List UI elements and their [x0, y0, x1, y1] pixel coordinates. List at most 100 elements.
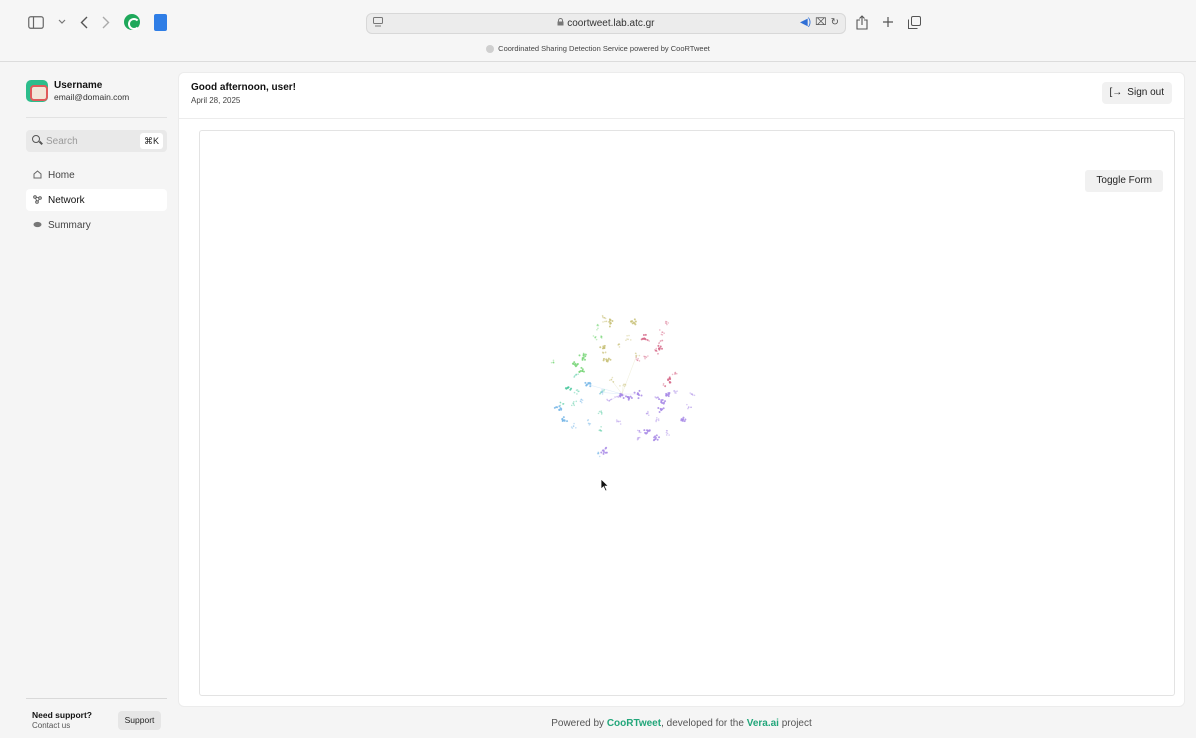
network-node [656, 417, 658, 419]
network-node [640, 338, 643, 341]
support-button[interactable]: Support [118, 711, 161, 730]
network-node [562, 419, 565, 422]
network-node [616, 395, 618, 398]
new-tab-icon[interactable] [882, 12, 894, 32]
network-node [597, 327, 599, 330]
network-node [619, 396, 622, 398]
network-node [657, 347, 660, 350]
network-node [634, 320, 637, 323]
network-node [574, 374, 577, 376]
sidebar-item-home[interactable]: Home [26, 164, 167, 186]
network-node [550, 361, 553, 364]
network-node [638, 431, 641, 434]
network-node [665, 392, 668, 395]
notes-extension-icon[interactable] [154, 12, 167, 32]
back-icon[interactable] [80, 12, 88, 32]
active-tab[interactable]: Coordinated Sharing Detection Service po… [0, 44, 1196, 60]
forward-icon[interactable] [102, 12, 110, 32]
sidebar-item-network[interactable]: Network [26, 189, 167, 211]
network-node [617, 420, 620, 423]
network-node [664, 400, 667, 403]
network-node [635, 354, 637, 357]
profile-text: Username email@domain.com [54, 80, 129, 102]
network-node [605, 320, 607, 323]
network-node [611, 320, 614, 323]
network-node [661, 331, 663, 333]
share-icon[interactable] [856, 12, 868, 32]
summary-icon [33, 220, 42, 230]
address-bar[interactable]: coortweet.lab.atc.gr ◀︎) ⌧ ↻ [366, 13, 846, 34]
reload-icon[interactable]: ↻ [831, 17, 839, 28]
network-node [608, 399, 611, 402]
profile-email: email@domain.com [54, 92, 130, 102]
network-node [635, 352, 637, 355]
sidebar-item-summary[interactable]: Summary [26, 214, 167, 236]
network-node [556, 406, 559, 409]
network-node [687, 407, 689, 410]
network-node [687, 406, 690, 408]
network-node [693, 394, 696, 397]
network-node [602, 321, 604, 323]
network-edge [621, 355, 637, 395]
tab-favicon-icon [486, 45, 495, 54]
home-icon [33, 169, 42, 181]
network-node [656, 350, 658, 353]
network-node [619, 420, 621, 423]
network-node [667, 392, 670, 395]
network-node [559, 407, 562, 410]
network-node [623, 385, 626, 387]
network-node [629, 339, 632, 341]
audio-icon[interactable]: ◀︎) [800, 17, 811, 28]
network-node [597, 412, 600, 415]
network-node [571, 427, 574, 429]
network-node [574, 365, 577, 368]
support-title: Need support? [32, 710, 92, 720]
network-node [599, 346, 602, 349]
network-node [663, 332, 665, 335]
footer-prefix: Powered by [551, 718, 607, 729]
network-node [573, 400, 575, 403]
network-node [655, 419, 657, 422]
network-node [585, 384, 588, 387]
network-node [605, 358, 608, 361]
vera-ai-link[interactable]: Vera.ai [747, 718, 779, 729]
network-node [559, 401, 562, 404]
sign-out-icon: [→ [1109, 87, 1123, 98]
network-node [658, 436, 661, 439]
network-node [662, 382, 665, 385]
network-node [646, 339, 649, 341]
network-node [569, 388, 572, 391]
network-node [619, 423, 622, 425]
toggle-form-button[interactable]: Toggle Form [1085, 170, 1163, 192]
network-node [582, 352, 585, 355]
network-node [655, 396, 657, 399]
network-graph[interactable] [200, 131, 1176, 697]
user-profile[interactable]: Username email@domain.com [26, 80, 129, 102]
network-node [682, 416, 685, 419]
network-node [562, 402, 564, 405]
network-icon [33, 194, 42, 206]
network-node [673, 390, 676, 393]
sidebar-icon[interactable] [28, 12, 44, 32]
sidebar-item-label: Home [48, 169, 75, 181]
sign-out-button[interactable]: [→ Sign out [1101, 82, 1172, 104]
network-node [638, 436, 641, 439]
tabs-overview-icon[interactable] [908, 12, 921, 32]
grammarly-extension-icon[interactable] [124, 12, 140, 32]
network-node [661, 339, 664, 342]
network-node [669, 381, 672, 384]
network-node [601, 390, 603, 393]
network-node [580, 401, 583, 404]
chevron-down-icon[interactable] [58, 12, 66, 32]
network-node [690, 406, 692, 409]
search-box[interactable]: ⌘K [26, 130, 167, 152]
support-info: Need support? Contact us [32, 710, 92, 730]
network-node [572, 363, 575, 366]
network-node [581, 357, 584, 360]
search-input[interactable] [46, 134, 136, 148]
translate-icon[interactable]: ⌧ [815, 17, 827, 28]
coortweet-link[interactable]: CooRTweet [607, 718, 661, 729]
network-node [655, 347, 658, 350]
network-node [596, 324, 599, 326]
network-node [573, 404, 576, 407]
